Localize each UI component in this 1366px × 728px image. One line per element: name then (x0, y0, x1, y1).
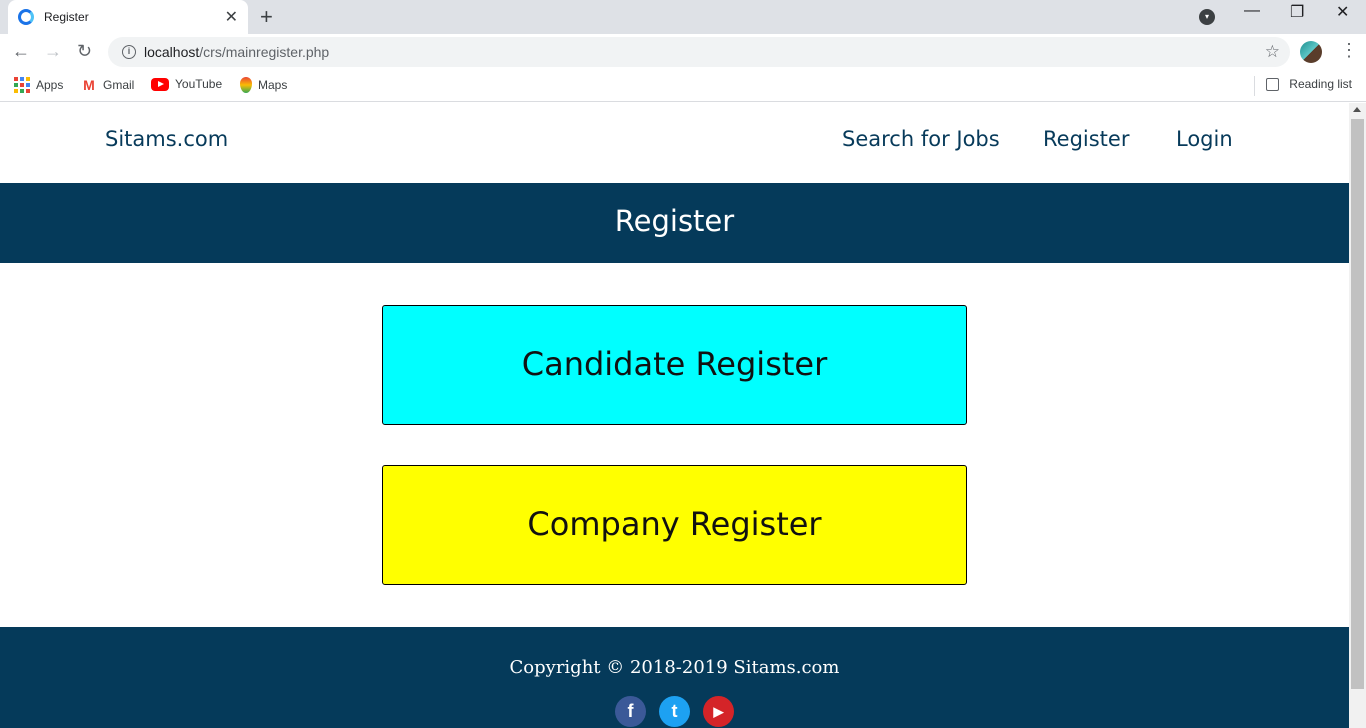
bookmark-gmail[interactable]: M Gmail (81, 77, 134, 93)
tab-title: Register (44, 10, 89, 24)
url-text: localhost/crs/mainregister.php (144, 44, 330, 60)
minimize-icon[interactable]: — (1244, 2, 1260, 20)
reading-list-label: Reading list (1289, 77, 1352, 91)
page-title: Register (614, 204, 735, 238)
new-tab-icon[interactable]: + (260, 4, 273, 30)
bookmark-star-icon[interactable]: ☆ (1265, 42, 1280, 62)
social-links: f t ▶ (0, 696, 1349, 727)
bookmark-youtube[interactable]: YouTube (151, 77, 222, 91)
browser-menu-icon[interactable]: ⋮ (1340, 40, 1358, 61)
site-footer: Copyright © 2018-2019 Sitams.com f t ▶ (0, 627, 1349, 728)
bookmark-label: Maps (258, 78, 288, 92)
scroll-up-arrow-icon[interactable] (1353, 107, 1361, 112)
bookmark-maps[interactable]: Maps (240, 77, 287, 93)
browser-toolbar: ← → ↻ i localhost/crs/mainregister.php ☆… (0, 34, 1366, 70)
bookmarks-divider (1254, 76, 1255, 96)
forward-icon[interactable]: → (44, 41, 62, 62)
site-info-icon[interactable]: i (122, 45, 136, 59)
browser-tab[interactable]: Register ✕ (8, 0, 248, 34)
scrollbar-thumb[interactable] (1351, 119, 1364, 689)
site-brand-link[interactable]: Sitams.com (105, 127, 228, 151)
bookmark-label: Apps (36, 78, 64, 92)
close-tab-icon[interactable]: ✕ (225, 7, 238, 27)
browser-tab-strip: Register ✕ + ▾ — ❐ ✕ (0, 0, 1366, 34)
address-bar[interactable]: i localhost/crs/mainregister.php ☆ (108, 37, 1290, 67)
reading-list-icon (1266, 77, 1280, 91)
back-icon[interactable]: ← (12, 41, 30, 62)
apps-grid-icon (14, 77, 30, 93)
candidate-register-button[interactable]: Candidate Register (382, 305, 967, 425)
youtube-icon (151, 77, 169, 91)
site-navbar: Sitams.com Search for Jobs Register Logi… (0, 103, 1349, 183)
restore-icon[interactable]: ❐ (1290, 2, 1304, 22)
gmail-icon: M (83, 77, 95, 93)
reload-icon[interactable]: ↻ (77, 41, 92, 62)
company-register-button[interactable]: Company Register (382, 465, 967, 585)
reading-list-button[interactable]: Reading list (1266, 77, 1352, 91)
nav-login-link[interactable]: Login (1176, 127, 1233, 151)
facebook-icon[interactable]: f (615, 696, 646, 727)
copyright-text: Copyright © 2018-2019 Sitams.com (509, 657, 840, 678)
twitter-icon[interactable]: t (659, 696, 690, 727)
youtube-icon[interactable]: ▶ (703, 696, 734, 727)
profile-avatar[interactable] (1300, 41, 1322, 63)
nav-register-link[interactable]: Register (1043, 127, 1129, 151)
site-favicon-icon (18, 9, 34, 25)
nav-search-jobs-link[interactable]: Search for Jobs (842, 127, 1000, 151)
bookmark-label: Gmail (103, 78, 135, 92)
bookmark-label: YouTube (175, 77, 223, 91)
bookmark-apps[interactable]: Apps (14, 77, 63, 93)
maps-icon (240, 77, 252, 93)
page-viewport: Sitams.com Search for Jobs Register Logi… (0, 103, 1349, 728)
page-banner: Register (0, 183, 1349, 263)
close-window-icon[interactable]: ✕ (1336, 2, 1349, 22)
bookmarks-bar: Apps M Gmail YouTube Maps Reading list (0, 70, 1366, 102)
tab-search-icon[interactable]: ▾ (1199, 9, 1215, 25)
page-scrollbar[interactable] (1349, 103, 1366, 728)
